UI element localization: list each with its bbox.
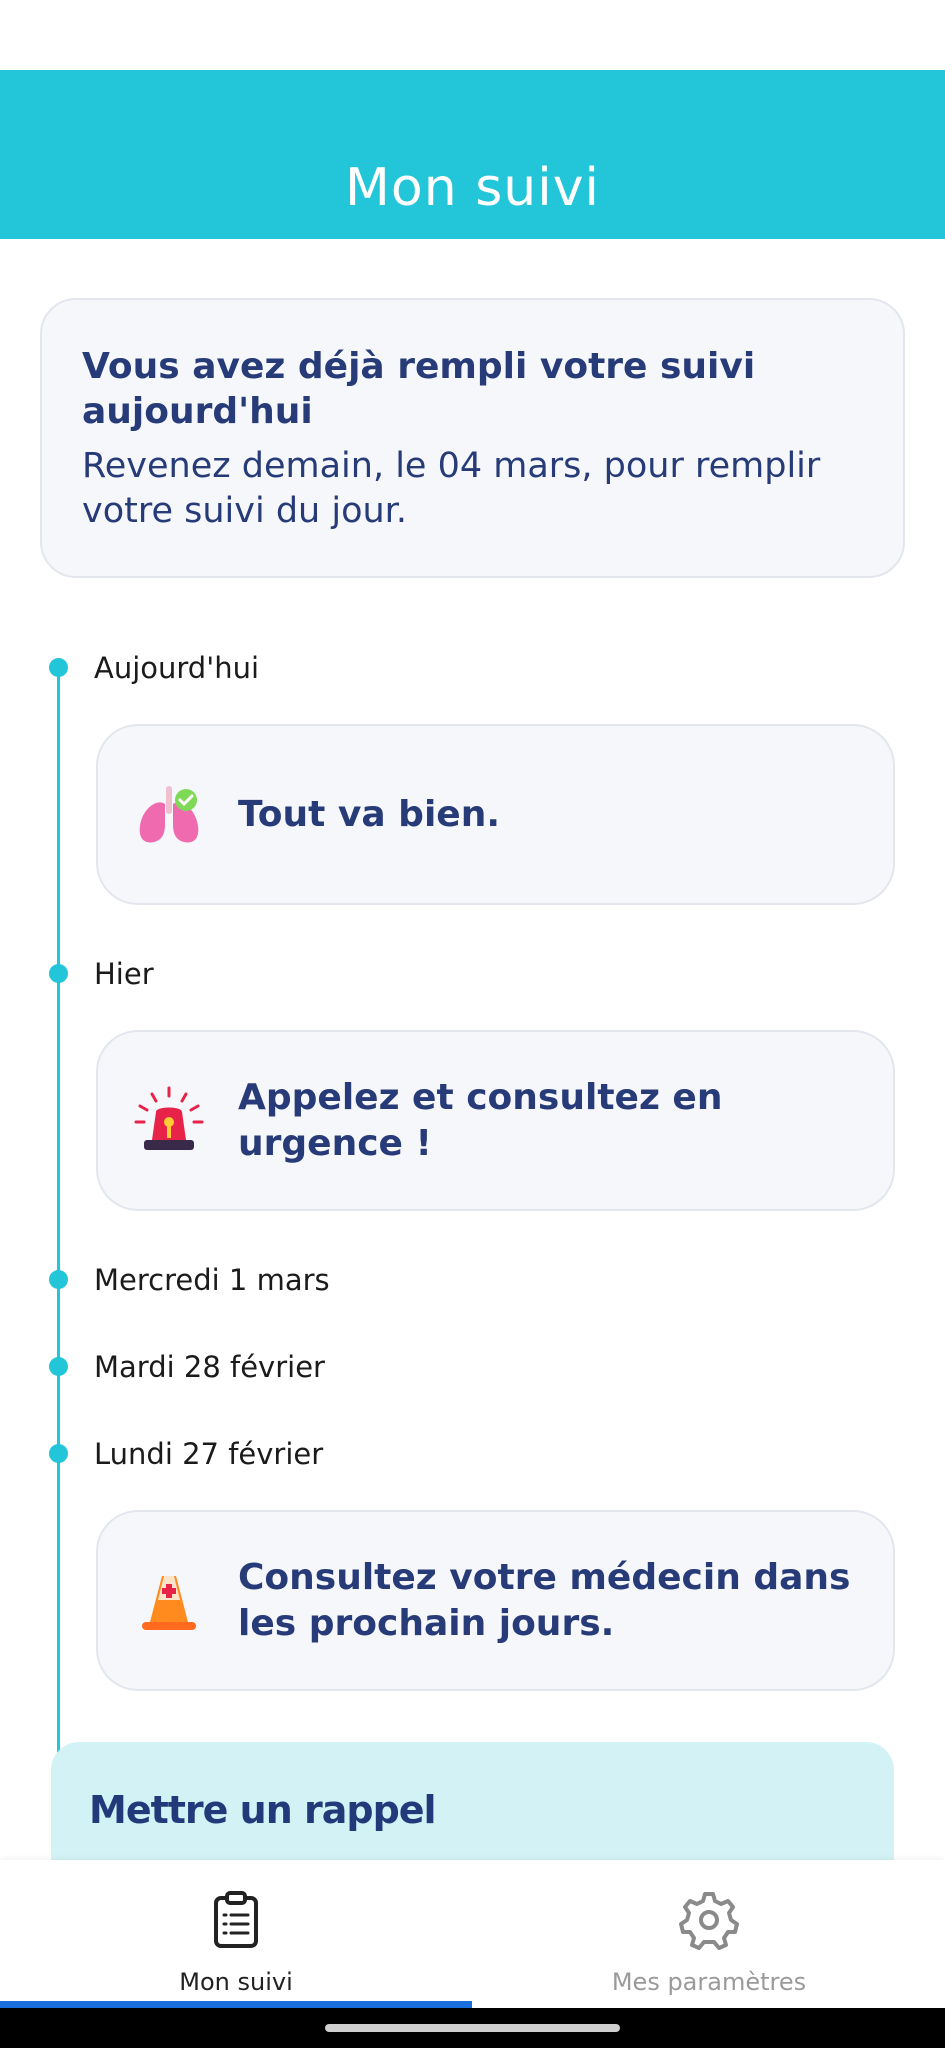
tab-mes-parametres[interactable]: Mes paramètres [473, 1860, 945, 2008]
emergency-siren-icon [134, 1086, 204, 1150]
timeline-entry-status: Tout va bien. [238, 793, 501, 835]
medical-cone-icon [142, 1575, 196, 1630]
reminder-title: Mettre un rappel [89, 1788, 437, 1832]
bottom-navigation: Mon suivi Mes paramètres [0, 1860, 945, 2008]
timeline-day-label: Hier [94, 957, 154, 991]
clipboard-icon [214, 1891, 258, 1948]
timeline-dot [49, 658, 68, 677]
timeline-day-label: Lundi 27 février [94, 1437, 324, 1471]
info-card-title: Vous avez déjà rempli votre suivi aujour… [82, 346, 756, 432]
system-navigation-bar [0, 2008, 945, 2048]
tab-mon-suivi[interactable]: Mon suivi [0, 1860, 472, 2008]
timeline-entry-card[interactable]: Consultez votre médecin dans les prochai… [96, 1510, 895, 1691]
page-title: Mon suivi [345, 158, 600, 218]
status-bar [0, 0, 945, 70]
timeline-entry-card[interactable]: Appelez et consultez en urgence ! [96, 1030, 895, 1211]
info-card: Vous avez déjà rempli votre suivi aujour… [40, 298, 905, 578]
timeline-dot [49, 1270, 68, 1289]
info-card-text: Revenez demain, le 04 mars, pour remplir… [82, 446, 821, 531]
tab-label: Mes paramètres [611, 1968, 807, 1996]
tab-label: Mon suivi [179, 1968, 293, 1996]
timeline-dot [49, 1357, 68, 1376]
timeline-line [57, 668, 60, 1758]
app-header: Mon suivi [0, 70, 945, 239]
timeline-day-label: Mercredi 1 mars [94, 1263, 330, 1297]
lungs-check-icon [139, 785, 199, 842]
timeline-entry-card[interactable]: Tout va bien. [96, 724, 895, 905]
home-indicator[interactable] [325, 2024, 620, 2032]
timeline-dot [49, 964, 68, 983]
timeline-day-label: Aujourd'hui [94, 651, 260, 685]
gear-icon [679, 1892, 739, 1950]
timeline-day-label: Mardi 28 février [94, 1350, 325, 1384]
timeline-entry-status: Consultez votre médecin dans les prochai… [238, 1556, 851, 1644]
timeline-dot [49, 1444, 68, 1463]
active-tab-indicator [0, 2001, 472, 2008]
timeline-entry-status: Appelez et consultez en urgence ! [238, 1076, 723, 1164]
